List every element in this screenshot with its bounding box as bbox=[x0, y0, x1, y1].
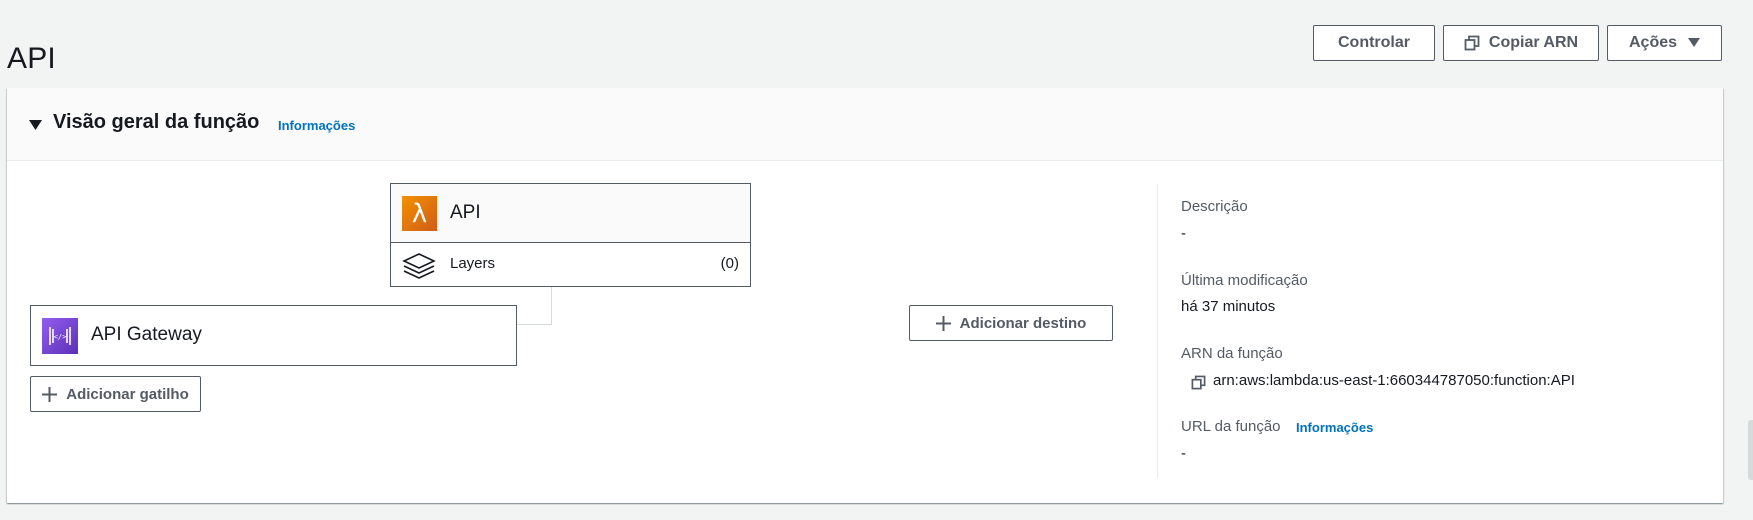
scrollbar[interactable] bbox=[1748, 420, 1753, 480]
copy-icon[interactable] bbox=[1191, 375, 1206, 395]
function-arn-value: arn:aws:lambda:us-east-1:660344787050:fu… bbox=[1213, 372, 1575, 389]
copy-arn-button[interactable]: Copiar ARN bbox=[1443, 25, 1599, 61]
function-arn-label: ARN da função bbox=[1181, 345, 1283, 362]
lambda-icon: λ bbox=[402, 196, 437, 231]
last-modified-value: há 37 minutos bbox=[1181, 298, 1276, 315]
api-gateway-icon: </> bbox=[42, 318, 78, 354]
caret-down-icon[interactable] bbox=[29, 118, 42, 136]
last-modified-label: Última modificação bbox=[1181, 272, 1308, 289]
panel-header[interactable]: Visão geral da função Informações bbox=[7, 88, 1723, 161]
description-label: Descrição bbox=[1181, 198, 1248, 215]
layers-link[interactable]: Layers bbox=[450, 255, 495, 272]
function-overview-panel: Visão geral da função Informações λ API … bbox=[7, 88, 1723, 503]
trigger-node-api-gateway[interactable]: </> API Gateway bbox=[30, 305, 517, 366]
plus-icon bbox=[42, 386, 58, 402]
description-value: - bbox=[1181, 225, 1186, 242]
divider bbox=[1157, 184, 1158, 478]
panel-title: Visão geral da função bbox=[53, 111, 260, 133]
function-name: API bbox=[450, 202, 481, 223]
function-node-header[interactable]: λ API bbox=[391, 184, 750, 243]
function-url-value: - bbox=[1181, 445, 1186, 462]
add-trigger-button[interactable]: Adicionar gatilho bbox=[30, 376, 201, 412]
plus-icon bbox=[935, 315, 951, 331]
page-title: API bbox=[7, 42, 56, 76]
svg-text:</>: </> bbox=[54, 333, 67, 341]
url-info-link[interactable]: Informações bbox=[1296, 420, 1373, 435]
connector-line bbox=[516, 324, 552, 325]
connector-line bbox=[551, 287, 552, 325]
caret-down-icon bbox=[1688, 38, 1701, 48]
function-url-label: URL da função bbox=[1181, 418, 1281, 435]
add-trigger-label: Adicionar gatilho bbox=[66, 385, 189, 403]
controlar-button-label: Controlar bbox=[1338, 34, 1410, 51]
trigger-name: API Gateway bbox=[91, 324, 202, 345]
actions-dropdown-button[interactable]: Ações bbox=[1607, 25, 1722, 61]
layers-icon bbox=[402, 252, 436, 285]
layers-count: (0) bbox=[720, 255, 739, 272]
copy-arn-button-label: Copiar ARN bbox=[1488, 34, 1579, 51]
function-node: λ API Layers (0) bbox=[390, 183, 751, 287]
copy-icon bbox=[1464, 35, 1480, 51]
add-destination-button[interactable]: Adicionar destino bbox=[909, 305, 1113, 341]
actions-button-label: Ações bbox=[1628, 34, 1678, 51]
controlar-button[interactable]: Controlar bbox=[1313, 25, 1435, 61]
add-destination-label: Adicionar destino bbox=[959, 314, 1087, 332]
info-link[interactable]: Informações bbox=[278, 118, 355, 133]
